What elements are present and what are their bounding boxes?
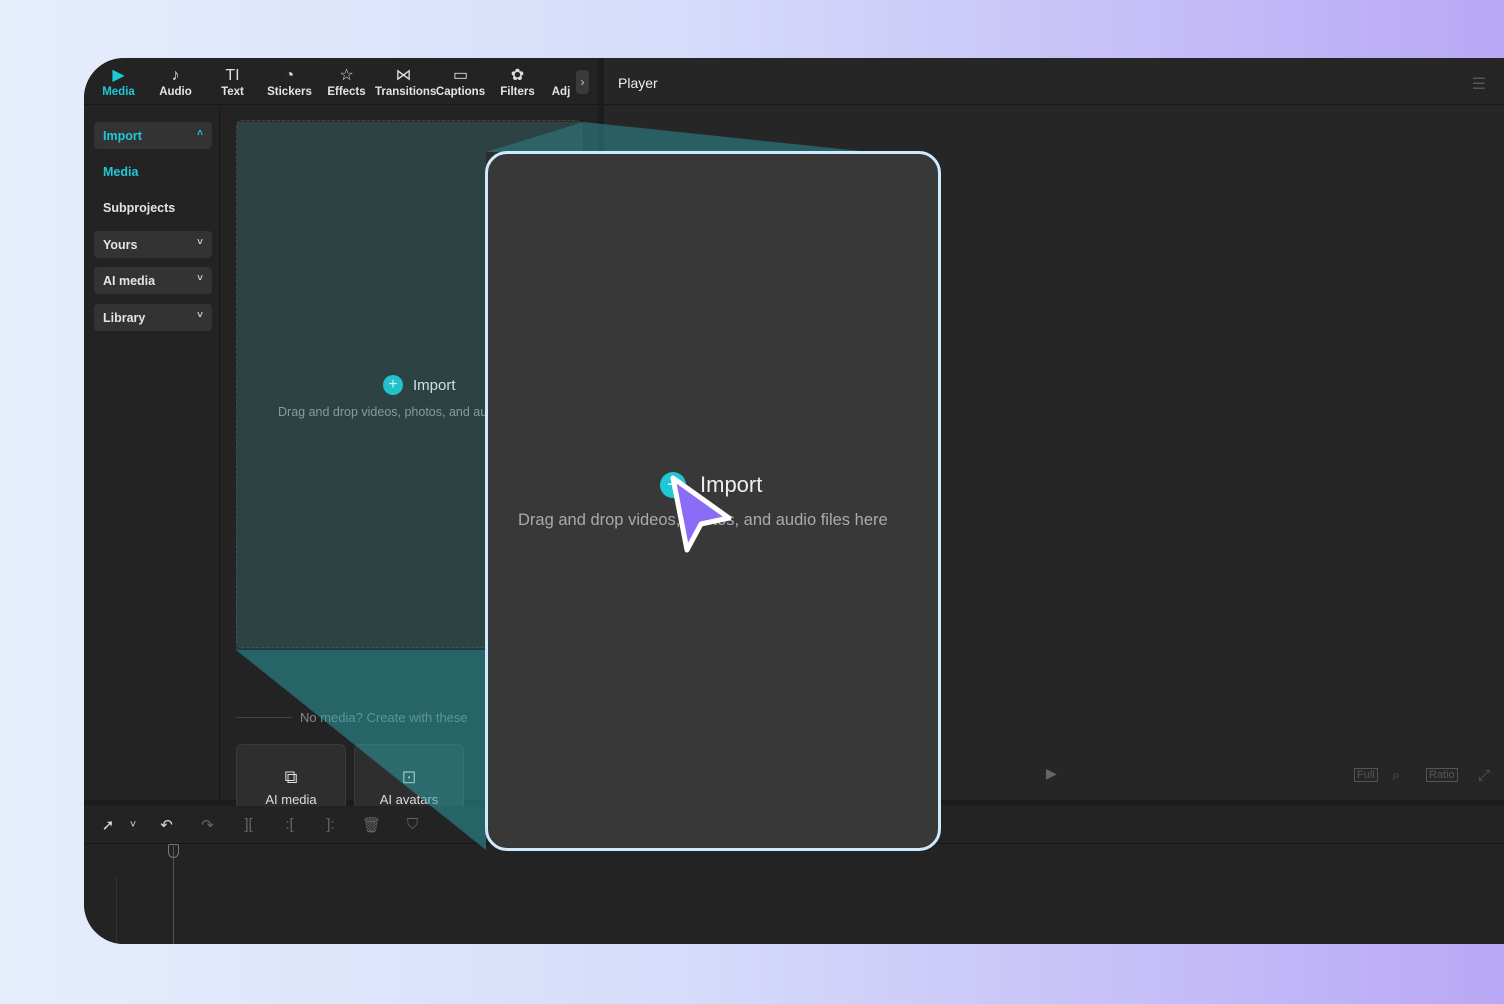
- sidebar-item-library[interactable]: Library ˅: [94, 304, 212, 331]
- ratio-button[interactable]: Ratio: [1426, 768, 1458, 782]
- tab-adjust[interactable]: Adj: [546, 66, 576, 104]
- tab-label: Audio: [159, 86, 192, 98]
- split-left-icon[interactable]: :[: [269, 816, 310, 833]
- tab-label: Text: [221, 86, 244, 98]
- tool-tabs: ▶Media ♪Audio TIText ◔Stickers ☆Effects …: [84, 58, 598, 105]
- chevron-down-icon: ˅: [197, 237, 203, 248]
- tab-captions[interactable]: ▭Captions: [432, 66, 489, 104]
- playhead[interactable]: [173, 846, 174, 944]
- select-cursor-icon[interactable]: ➚: [96, 816, 120, 834]
- tab-media[interactable]: ▶Media: [90, 66, 147, 104]
- play-button[interactable]: ▶: [1046, 765, 1057, 782]
- chevron-down-icon: ˅: [197, 273, 203, 284]
- no-media-divider: No media? Create with these: [236, 710, 468, 725]
- audio-icon: ♪: [147, 66, 204, 86]
- fullscreen-icon[interactable]: ⤢: [1478, 767, 1490, 784]
- tab-label: Captions: [436, 86, 485, 98]
- label: Subprojects: [103, 201, 175, 215]
- label: Media: [103, 165, 138, 179]
- filters-icon: ✿: [489, 66, 546, 86]
- playhead-handle[interactable]: [168, 844, 179, 858]
- tab-label: Adj: [552, 86, 571, 98]
- label: Import: [103, 129, 142, 143]
- tab-label: Transitions: [375, 86, 436, 98]
- tab-audio[interactable]: ♪Audio: [147, 66, 204, 104]
- label: AI media: [265, 792, 316, 807]
- zoom-fit-icon[interactable]: ⌕: [1392, 767, 1400, 784]
- mouse-cursor-icon: [665, 472, 737, 556]
- ai-media-icon: ⧉: [237, 767, 345, 788]
- undo-icon[interactable]: ↶: [146, 816, 187, 834]
- chevron-up-icon: ˄: [197, 128, 203, 139]
- label: Library: [103, 311, 145, 325]
- plus-icon: +: [383, 375, 403, 395]
- adjust-icon: [546, 66, 576, 86]
- redo-icon[interactable]: ↷: [187, 816, 228, 834]
- tab-text[interactable]: TIText: [204, 66, 261, 104]
- dropzone-hint: Drag and drop videos, photos, and auc: [278, 405, 493, 419]
- captions-icon: ▭: [432, 66, 489, 86]
- import-button[interactable]: + Import: [383, 375, 456, 395]
- label: Import: [413, 377, 456, 394]
- effects-icon: ☆: [318, 66, 375, 86]
- tab-filters[interactable]: ✿Filters: [489, 66, 546, 104]
- stickers-icon: ◔: [261, 66, 318, 86]
- tab-label: Filters: [500, 86, 535, 98]
- label: No media? Create with these: [300, 710, 468, 725]
- sidebar: Import ˄ Media Subprojects Yours ˅ AI medi…: [84, 106, 220, 800]
- label: Yours: [103, 238, 138, 252]
- sidebar-item-import[interactable]: Import ˄: [94, 122, 212, 149]
- tab-label: Media: [102, 86, 135, 98]
- marker-icon[interactable]: ⛉: [392, 816, 433, 833]
- tab-label: Effects: [327, 86, 365, 98]
- ai-avatar-icon: ⊡: [355, 767, 463, 788]
- transitions-icon: ⋈: [375, 66, 432, 86]
- sidebar-item-media[interactable]: Media: [94, 158, 212, 185]
- media-icon: ▶: [90, 66, 147, 86]
- label: AI media: [103, 274, 155, 288]
- sidebar-item-ai-media[interactable]: AI media ˅: [94, 267, 212, 294]
- full-button[interactable]: Full: [1354, 768, 1378, 782]
- player-title: Player: [604, 58, 1504, 105]
- label: AI avatars: [380, 792, 439, 807]
- menu-icon[interactable]: ☰: [1472, 74, 1486, 94]
- tab-label: Stickers: [267, 86, 312, 98]
- sidebar-item-yours[interactable]: Yours ˅: [94, 231, 212, 258]
- tab-effects[interactable]: ☆Effects: [318, 66, 375, 104]
- tab-stickers[interactable]: ◔Stickers: [261, 66, 318, 104]
- track-divider: [116, 876, 117, 944]
- tab-transitions[interactable]: ⋈Transitions: [375, 66, 432, 104]
- chevron-down-icon[interactable]: ˅: [120, 819, 146, 831]
- sidebar-item-subprojects[interactable]: Subprojects: [94, 194, 212, 221]
- split-right-icon[interactable]: ]:: [310, 816, 351, 833]
- chevron-down-icon: ˅: [197, 310, 203, 321]
- more-tabs-button[interactable]: ›: [576, 70, 589, 94]
- split-icon[interactable]: ][: [228, 816, 269, 833]
- text-icon: TI: [204, 66, 261, 86]
- delete-icon[interactable]: 🗑: [351, 816, 392, 834]
